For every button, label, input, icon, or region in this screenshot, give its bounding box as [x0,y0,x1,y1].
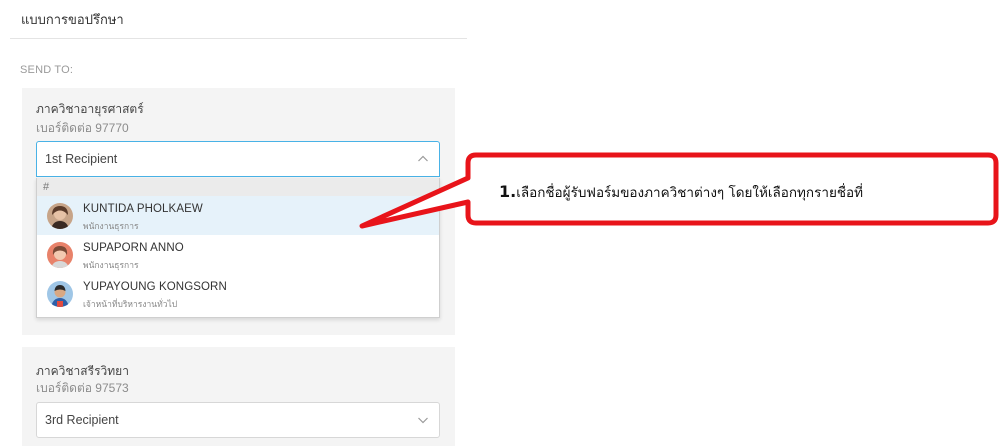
option-role: เจ้าหน้าที่บริหารงานทั่วไป [83,299,178,309]
recipient-dropdown-list: # KUNTIDA PHOLKAEW พนักงานธุรการ SUPAPOR… [36,178,440,318]
send-to-label: SEND TO: [20,64,74,76]
recipient-option[interactable]: KUNTIDA PHOLKAEW พนักงานธุรการ [37,196,439,235]
chevron-up-icon[interactable] [417,153,429,165]
department-name: ภาควิชาอายุรศาสตร์ [36,102,144,116]
title-divider [10,38,467,39]
recipient-select-value: 3rd Recipient [45,413,119,427]
option-name: SUPAPORN ANNO [83,242,184,254]
recipient-select[interactable]: 1st Recipient [36,141,440,177]
department-section: ภาควิชาสรีรวิทยา เบอร์ติดต่อ 97573 3rd R… [22,347,455,446]
recipient-select[interactable]: 3rd Recipient [36,402,440,438]
option-role: พนักงานธุรการ [83,221,139,231]
page-title: แบบการขอปรึกษา [21,12,124,27]
woman-avatar-icon [47,203,73,229]
dropdown-group-header: # [37,178,439,196]
department-phone: เบอร์ติดต่อ 97770 [36,121,129,135]
callout-step-number: 1. [499,182,517,201]
option-role: พนักงานธุรการ [83,260,139,270]
recipient-option[interactable]: SUPAPORN ANNO พนักงานธุรการ [37,235,439,274]
recipient-select-value: 1st Recipient [45,152,118,166]
callout-instruction: เลือกชื่อผู้รับฟอร์มของภาควิชาต่างๆ โดยใ… [516,185,864,201]
option-name: YUPAYOUNG KONGSORN [83,281,227,293]
option-name: KUNTIDA PHOLKAEW [83,203,203,215]
callout-text: 1.เลือกชื่อผู้รับฟอร์มของภาควิชาต่างๆ โด… [499,181,863,203]
recipient-option[interactable]: YUPAYOUNG KONGSORN เจ้าหน้าที่บริหารงานท… [37,274,439,313]
department-phone: เบอร์ติดต่อ 97573 [36,381,129,395]
man-avatar-icon [47,281,73,307]
chevron-down-icon[interactable] [417,414,429,426]
woman-avatar-icon [47,242,73,268]
